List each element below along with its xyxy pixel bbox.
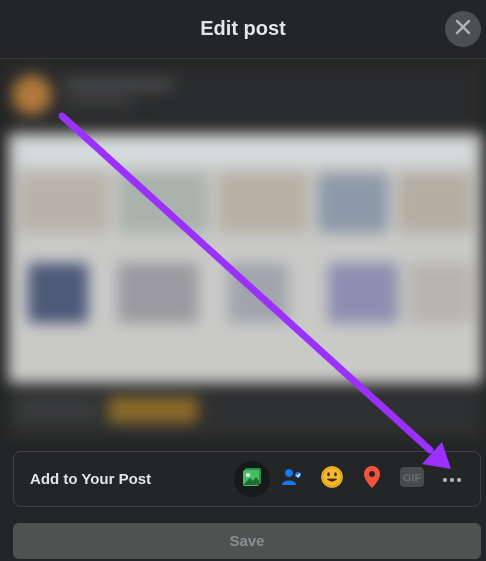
feeling-activity-button[interactable] (314, 461, 350, 497)
photo-video-button[interactable] (234, 461, 270, 497)
tag-people-button[interactable] (274, 461, 310, 497)
tag-people-icon (280, 465, 304, 494)
save-button[interactable]: Save (13, 523, 481, 559)
check-in-button[interactable] (354, 461, 390, 497)
more-options-button[interactable] (434, 461, 470, 497)
dialog-title: Edit post (200, 17, 286, 40)
close-button[interactable] (445, 11, 481, 47)
add-to-post-bar: Add to Your Post GIF (13, 451, 481, 507)
photo-video-icon (240, 465, 264, 494)
add-to-post-label: Add to Your Post (30, 470, 152, 488)
close-icon (454, 18, 472, 41)
more-options-icon (442, 470, 462, 488)
svg-text:GIF: GIF (403, 472, 422, 484)
dialog-header: Edit post (0, 0, 486, 59)
gif-button[interactable]: GIF (394, 461, 430, 497)
post-preview-blurred (8, 63, 482, 437)
check-in-icon (360, 464, 384, 495)
feeling-activity-icon (319, 464, 345, 495)
gif-icon: GIF (399, 465, 425, 494)
